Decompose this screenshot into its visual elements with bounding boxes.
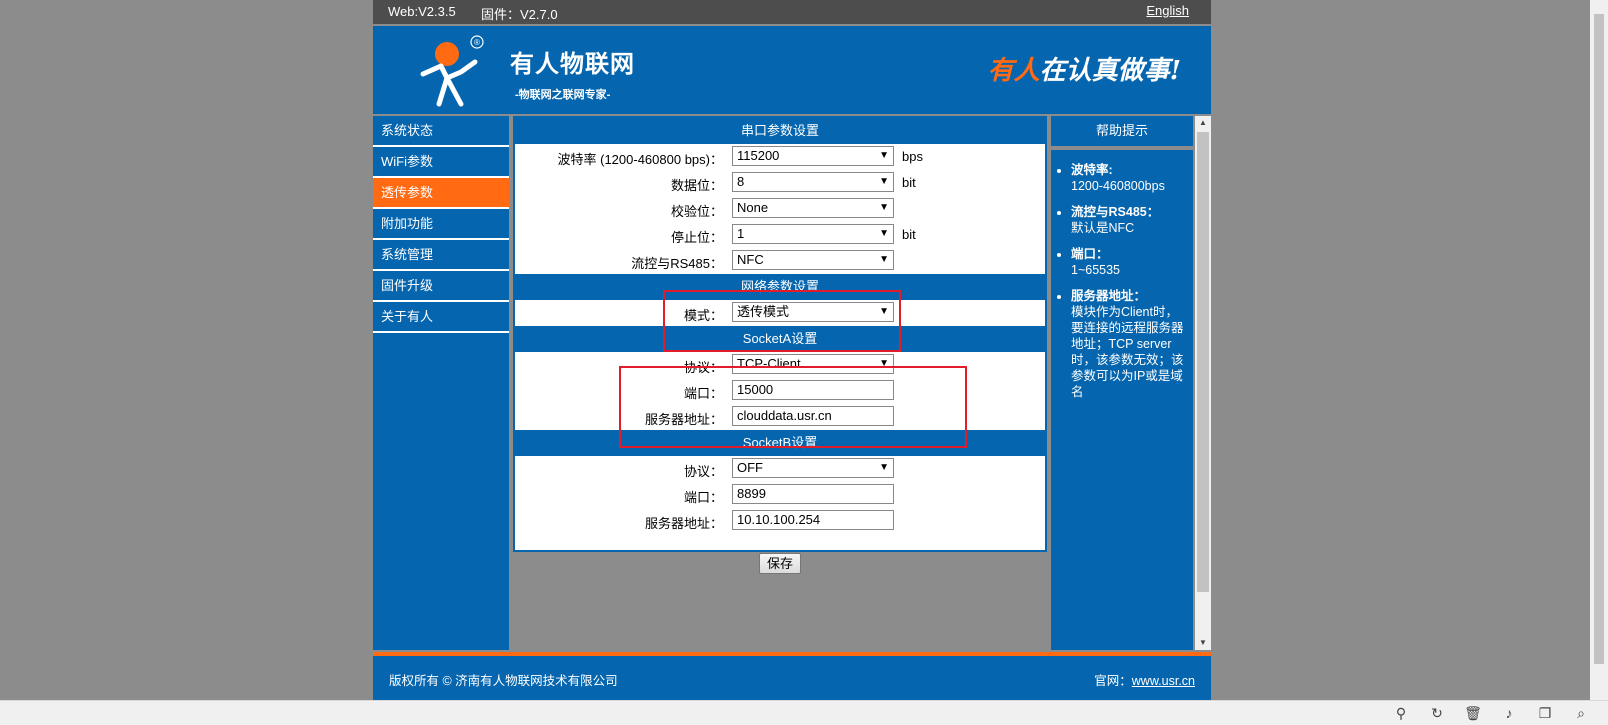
save-button[interactable]: 保存 [759, 553, 801, 574]
stopbits-label: 停止位： [670, 230, 723, 245]
help-term: 波特率: [1071, 163, 1113, 177]
scroll-down-arrow-icon[interactable]: ▼ [1195, 636, 1211, 650]
sidebar-nav: 系统状态 WiFi参数 透传参数 附加功能 系统管理 固件升级 关于有人 [373, 116, 509, 650]
pin-icon[interactable]: ⚲ [1392, 704, 1410, 722]
flow-row: 流控与RS485： NFC [515, 248, 1045, 274]
help-item: 服务器地址： 模块作为Client时，要连接的远程服务器地址；TCP server… [1071, 288, 1187, 400]
socketb-port-label: 端口： [683, 490, 723, 505]
baud-unit: bps [902, 149, 923, 164]
brand-subtitle: -物联网之联网专家- [515, 89, 611, 101]
socketb-server-label: 服务器地址： [644, 516, 723, 531]
slogan-rest: 在认真做事! [1039, 56, 1181, 86]
website-link[interactable]: www.usr.cn [1132, 674, 1195, 688]
baud-label: 波特率 (1200-460800 bps)： [557, 152, 723, 167]
slogan: 有人在认真做事! [988, 50, 1181, 87]
highlight-box-socketa [619, 366, 967, 448]
sidebar-item-system-status[interactable]: 系统状态 [373, 116, 509, 147]
website-info: 官网：www.usr.cn [1094, 670, 1195, 689]
databits-row: 数据位： 8 bit [515, 170, 1045, 196]
brand-name: 有人物联网 [510, 51, 635, 78]
browser-scrollbar[interactable] [1590, 0, 1608, 700]
header-banner: ® 有人物联网 -物联网之联网专家- 有人在认真做事! [373, 26, 1211, 114]
english-link[interactable]: English [1146, 3, 1189, 18]
sidebar-item-about[interactable]: 关于有人 [373, 302, 509, 333]
footer: 版权所有 © 济南有人物联网技术有限公司 官网：www.usr.cn [373, 656, 1211, 700]
slogan-highlight: 有人 [987, 56, 1040, 86]
flow-select[interactable]: NFC [732, 250, 894, 270]
help-item: 波特率: 1200-460800bps [1071, 162, 1187, 194]
top-bar: Web:V2.3.5 固件：V2.7.0 English [373, 0, 1211, 24]
stopbits-select[interactable]: 1 [732, 224, 894, 244]
help-desc: 模块作为Client时，要连接的远程服务器地址；TCP server时，该参数无… [1071, 305, 1184, 399]
sidebar-item-extra-functions[interactable]: 附加功能 [373, 209, 509, 240]
window-icon[interactable]: ❐ [1536, 704, 1554, 722]
socketb-server-row: 服务器地址： 10.10.100.254 [515, 508, 1045, 534]
refresh-icon[interactable]: ↻ [1428, 704, 1446, 722]
baud-select[interactable]: 115200 [732, 146, 894, 166]
help-desc: 1~65535 [1071, 263, 1121, 277]
help-title: 帮助提示 [1051, 116, 1193, 146]
browser-scroll-thumb[interactable] [1594, 14, 1604, 664]
help-term: 端口： [1071, 247, 1109, 261]
help-term: 流控与RS485： [1071, 205, 1160, 219]
volume-icon[interactable]: ♪ [1500, 704, 1518, 722]
baud-row: 波特率 (1200-460800 bps)： 115200 bps [515, 144, 1045, 170]
socketb-protocol-label: 协议： [683, 464, 723, 479]
stopbits-row: 停止位： 1 bit [515, 222, 1045, 248]
help-panel: 波特率: 1200-460800bps 流控与RS485： 默认是NFC 端口： 1~… [1051, 150, 1193, 650]
web-version: Web:V2.3.5 [388, 4, 456, 19]
parity-row: 校验位： None [515, 196, 1045, 222]
copyright-text: 版权所有 © 济南有人物联网技术有限公司 [389, 674, 618, 688]
sidebar-item-firmware-upgrade[interactable]: 固件升级 [373, 271, 509, 302]
socketb-port-row: 端口： 8899 [515, 482, 1045, 508]
help-desc: 1200-460800bps [1071, 179, 1165, 193]
website-label: 官网： [1094, 674, 1132, 688]
scroll-up-arrow-icon[interactable]: ▲ [1195, 116, 1211, 130]
socketb-port-input[interactable]: 8899 [732, 484, 894, 504]
sidebar-item-system-management[interactable]: 系统管理 [373, 240, 509, 271]
firmware-version: 固件：V2.7.0 [481, 7, 558, 22]
registered-mark: ® [474, 38, 480, 47]
databits-select[interactable]: 8 [732, 172, 894, 192]
help-term: 服务器地址： [1071, 289, 1147, 303]
frame-scrollbar[interactable]: ▲ ▼ [1195, 116, 1211, 650]
databits-label: 数据位： [670, 178, 723, 193]
sidebar-item-wifi[interactable]: WiFi参数 [373, 147, 509, 178]
serial-section-title: 串口参数设置 [515, 118, 1045, 144]
usr-logo-icon: ® [420, 35, 484, 107]
socketb-server-input[interactable]: 10.10.100.254 [732, 510, 894, 530]
parity-label: 校验位： [670, 204, 723, 219]
socketb-protocol-select[interactable]: OFF [732, 458, 894, 478]
highlight-box-mode [663, 290, 901, 352]
trash-icon[interactable]: 🗑 [1464, 704, 1482, 722]
help-desc: 默认是NFC [1071, 221, 1135, 235]
socketb-protocol-row: 协议： OFF [515, 456, 1045, 482]
scroll-thumb[interactable] [1197, 132, 1209, 592]
flow-label: 流控与RS485： [631, 256, 723, 271]
search-icon[interactable]: ⌕ [1572, 704, 1590, 722]
sidebar-item-transparent-params[interactable]: 透传参数 [373, 178, 509, 209]
stopbits-unit: bit [902, 227, 916, 242]
parity-select[interactable]: None [732, 198, 894, 218]
databits-unit: bit [902, 175, 916, 190]
help-item: 流控与RS485： 默认是NFC [1071, 204, 1187, 236]
help-list: 波特率: 1200-460800bps 流控与RS485： 默认是NFC 端口： 1~… [1051, 150, 1193, 400]
browser-status-bar: ⚲ ↻ 🗑 ♪ ❐ ⌕ [0, 700, 1608, 725]
help-item: 端口： 1~65535 [1071, 246, 1187, 278]
